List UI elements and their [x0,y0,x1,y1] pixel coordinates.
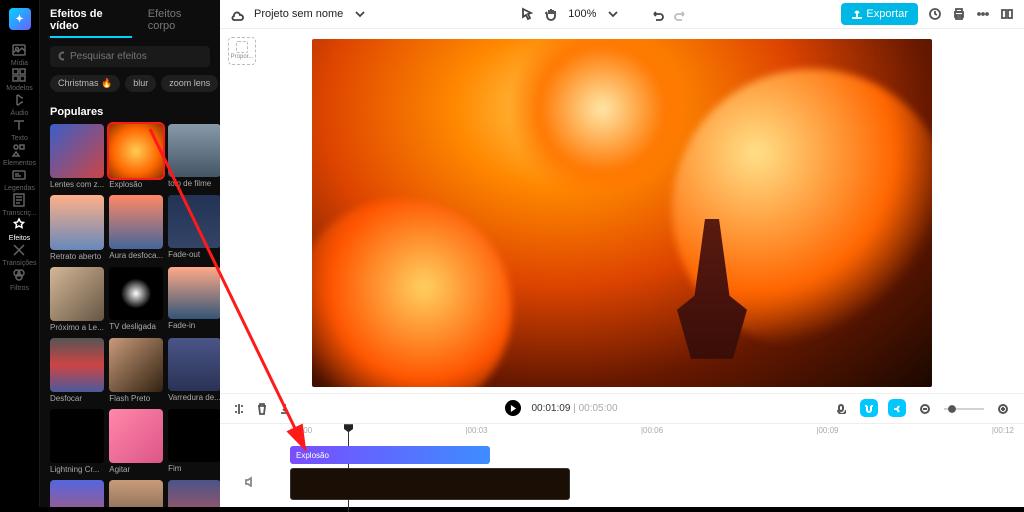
hand-icon[interactable] [544,7,558,21]
video-clip[interactable] [290,468,570,500]
rail-captions[interactable]: Legendas [2,167,36,192]
history-icon[interactable] [928,7,942,21]
more-icon[interactable] [976,7,990,21]
filter-chips: Christmas 🔥blurzoom lens [50,75,210,92]
left-rail: ✦ MídiaModelosÁudioTextoElementosLegenda… [0,0,40,507]
effect-item[interactable]: Fade-in [168,267,220,332]
search-icon [58,51,64,62]
snap-toggle[interactable] [888,399,906,417]
zoom-level[interactable]: 100% [568,8,596,20]
main-area: Projeto sem nome 100% Exportar Propor... [220,0,1024,507]
section-populares: Populares [50,106,210,118]
effect-item[interactable]: TV desligada [109,267,163,332]
zoom-out-icon[interactable] [916,399,934,417]
timeline[interactable]: |00:00|00:03|00:06|00:09|00:12 Explosão [220,423,1024,507]
chip[interactable]: zoom lens [161,75,218,92]
export-button[interactable]: Exportar [841,3,918,25]
effect-item[interactable]: tolo de filme [168,124,220,189]
effects-grid: Lentes com z...Explosãotolo de filmeRetr… [50,124,210,507]
cloud-icon [230,7,244,21]
zoom-slider-icon[interactable] [944,402,984,415]
effect-item[interactable] [109,480,163,507]
chip[interactable]: blur [125,75,156,92]
panels-icon[interactable] [1000,7,1014,21]
effect-item[interactable]: Fim [168,409,220,474]
tab-video-effects[interactable]: Efeitos de vídeo [50,8,132,38]
player-controls: 00:01:09 | 00:05:00 [220,393,1024,423]
effect-item[interactable]: Desfocar [50,338,104,403]
rail-text[interactable]: Texto [2,117,36,142]
redo-icon[interactable] [674,7,688,21]
magnet-toggle[interactable] [860,399,878,417]
time-display: 00:01:09 | 00:05:00 [531,403,617,414]
rail-audio[interactable]: Áudio [2,92,36,117]
rail-transcript[interactable]: Transcriç... [2,192,36,217]
search-box[interactable] [50,46,210,67]
effect-item[interactable]: Varredura de... [168,338,220,403]
rail-elements[interactable]: Elementos [2,142,36,167]
undo-icon[interactable] [650,7,664,21]
play-button[interactable] [505,400,521,416]
canvas-area: Propor... [220,29,1024,393]
rail-effects[interactable]: Efeitos [2,217,36,242]
print-icon[interactable] [952,7,966,21]
cursor-icon[interactable] [520,7,534,21]
effect-item[interactable]: Flash Preto [109,338,163,403]
effect-item[interactable]: Aura desfoca... [109,195,163,260]
aspect-ratio-button[interactable]: Propor... [228,37,256,65]
effect-item[interactable]: Próximo a Le... [50,267,104,332]
rail-templates[interactable]: Modelos [2,67,36,92]
upload-icon [851,8,862,19]
preview-canvas[interactable] [312,39,932,387]
split-icon[interactable] [232,402,245,415]
mic-icon[interactable] [832,399,850,417]
mute-track-icon[interactable] [244,474,256,486]
effect-item[interactable]: Explosão [109,124,163,189]
effect-item[interactable]: Lentes com z... [50,124,104,189]
project-name[interactable]: Projeto sem nome [254,8,343,20]
rail-media[interactable]: Mídia [2,42,36,67]
effect-clip[interactable]: Explosão [290,446,490,464]
effect-item[interactable] [168,480,220,507]
effect-item[interactable]: Agitar [109,409,163,474]
effect-item[interactable] [50,480,104,507]
effect-item[interactable]: Retrato aberto [50,195,104,260]
effects-panel: Efeitos de vídeo Efeitos corpo Christmas… [40,0,220,507]
tab-body-effects[interactable]: Efeitos corpo [148,8,210,38]
rail-filters[interactable]: Filtros [2,267,36,292]
effect-item[interactable]: Lightning Cr... [50,409,104,474]
search-input[interactable] [70,51,202,62]
effects-tabs: Efeitos de vídeo Efeitos corpo [50,8,210,38]
zoom-in-icon[interactable] [994,399,1012,417]
download-icon[interactable] [278,402,291,415]
delete-icon[interactable] [255,402,268,415]
app-logo[interactable]: ✦ [9,8,31,30]
topbar: Projeto sem nome 100% Exportar [220,0,1024,29]
chip[interactable]: Christmas 🔥 [50,75,120,92]
chevron-down-icon[interactable] [353,7,367,21]
effect-item[interactable]: Fade-out [168,195,220,260]
time-ruler: |00:00|00:03|00:06|00:09|00:12 [290,426,1014,438]
rail-transitions[interactable]: Transições [2,242,36,267]
chevron-down-icon[interactable] [606,7,620,21]
